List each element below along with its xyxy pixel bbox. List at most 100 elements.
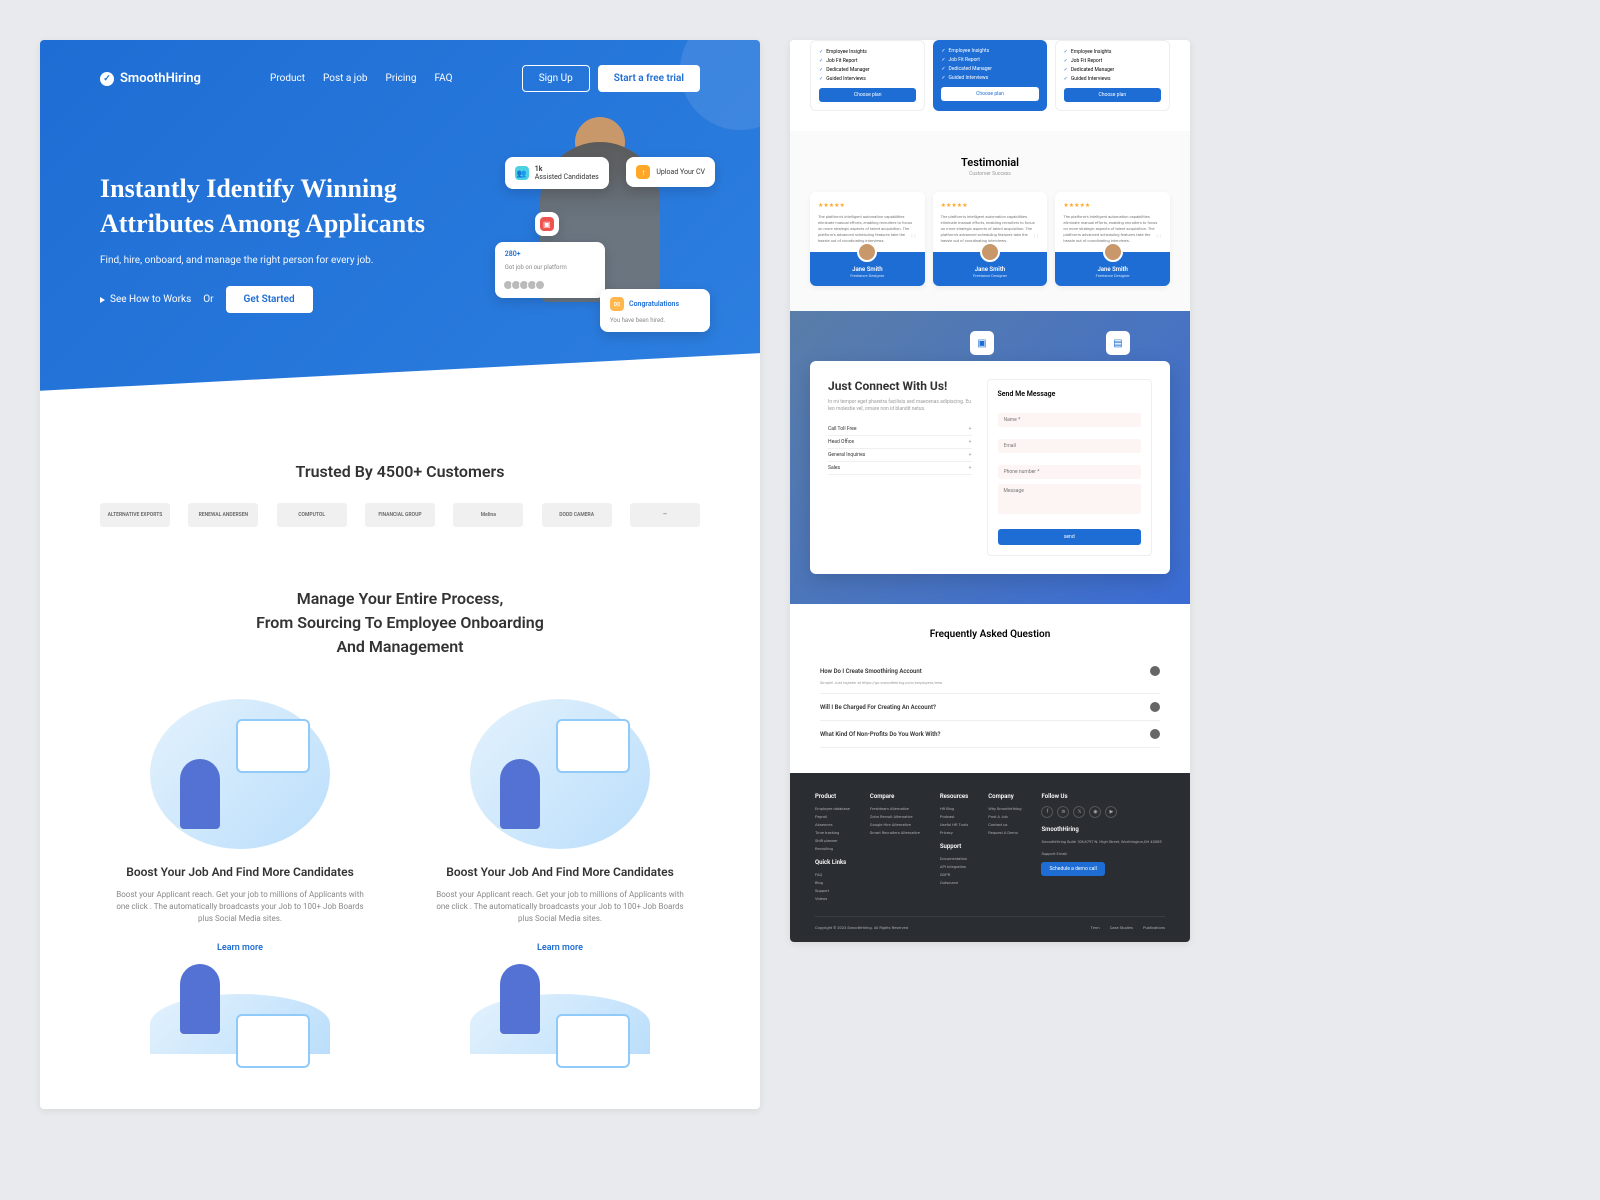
nav-pricing[interactable]: Pricing	[386, 73, 417, 84]
free-trial-button[interactable]: Start a free trial	[598, 65, 700, 92]
footer-link[interactable]: Post A Job	[988, 814, 1021, 819]
chat-icon: ▣	[970, 331, 994, 355]
footer-link[interactable]: Employee database	[815, 806, 850, 811]
star-rating-icon: ★★★★★	[818, 202, 917, 209]
upload-icon: ↑	[636, 165, 650, 179]
footer-heading: Compare	[870, 793, 920, 800]
phone-field[interactable]	[998, 465, 1142, 479]
feature-card-desc: Boost your Applicant reach. Get your job…	[420, 889, 700, 925]
feature-card-desc: Boost your Applicant reach. Get your job…	[100, 889, 380, 925]
footer-link[interactable]: GDPR	[940, 872, 968, 877]
footer-link[interactable]: Absences	[815, 822, 850, 827]
footer-link[interactable]: HR Blog	[940, 806, 968, 811]
footer-link[interactable]: Publications	[1143, 925, 1165, 930]
faq-question[interactable]: What Kind Of Non-Profits Do You Work Wit…	[820, 729, 1160, 739]
instagram-icon[interactable]: ◉	[1089, 806, 1101, 818]
footer-link[interactable]: Shift planner	[815, 838, 850, 843]
nav-product[interactable]: Product	[270, 73, 305, 84]
footer-link[interactable]: Smart Recruiters Alternative	[870, 830, 920, 835]
footer-heading: Follow Us	[1041, 793, 1165, 800]
feature-card: Boost Your Job And Find More Candidates …	[420, 699, 700, 954]
contact-accordion-item[interactable]: Head Office	[828, 436, 972, 449]
pricing-feature: Employee Insights	[819, 49, 916, 55]
copyright: Copyright © 2023 SmoothHiring. All Right…	[815, 925, 908, 930]
users-icon: 👥	[515, 166, 529, 180]
testimonial-card: ★★★★★The platform's intelligent automati…	[810, 192, 925, 286]
footer-link[interactable]: Documentation	[940, 856, 968, 861]
nav-post-job[interactable]: Post a job	[323, 73, 368, 84]
facebook-icon[interactable]: f	[1041, 806, 1053, 818]
feature-illustration	[150, 994, 330, 1054]
choose-plan-button[interactable]: Choose plan	[1064, 88, 1161, 102]
learn-more-link[interactable]: Learn more	[537, 943, 583, 953]
faq-question[interactable]: How Do I Create Smoothiring Account	[820, 666, 1160, 676]
features-title: Manage Your Entire Process, From Sourcin…	[100, 587, 700, 659]
twitter-icon[interactable]: 𝕏	[1073, 806, 1085, 818]
footer-link[interactable]: Why SmoothHiring	[988, 806, 1021, 811]
hero-subtitle: Find, hire, onboard, and manage the righ…	[100, 255, 515, 266]
partner-logo: ALTERNATIVE EXPORTS	[100, 503, 170, 527]
youtube-icon[interactable]: ▶	[1105, 806, 1117, 818]
contact-accordion-item[interactable]: Sales	[828, 462, 972, 475]
footer-link[interactable]: Outsource	[940, 880, 968, 885]
footer-link[interactable]: Blog	[815, 880, 850, 885]
footer-link[interactable]: Support	[815, 888, 850, 893]
partner-logo: RENEWAL ANDERSEN	[188, 503, 258, 527]
get-started-button[interactable]: Get Started	[226, 286, 313, 313]
feature-card-title: Boost Your Job And Find More Candidates	[100, 864, 380, 881]
footer-link[interactable]: Videos	[815, 896, 850, 901]
partner-logo: Melina	[453, 503, 523, 527]
logo[interactable]: ✓ SmoothHiring	[100, 71, 201, 86]
footer-link[interactable]: Term	[1091, 925, 1100, 930]
pricing-feature: Employee Insights	[941, 48, 1038, 54]
footer-link[interactable]: Freshteam Alternative	[870, 806, 920, 811]
footer-link[interactable]: Useful HR Tools	[940, 822, 968, 827]
avatar	[857, 242, 877, 262]
footer-link[interactable]: Privacy	[940, 830, 968, 835]
footer-link[interactable]: Request A Demo	[988, 830, 1021, 835]
faq-answer: Simple! Just register at https://go.smoo…	[820, 680, 1160, 685]
footer-link[interactable]: API Integration	[940, 864, 968, 869]
pricing-feature: Employee Insights	[1064, 49, 1161, 55]
check-icon: ✓	[100, 72, 114, 86]
pricing-card-featured: Employee Insights Job Fit Report Dedicat…	[933, 40, 1046, 111]
learn-more-link[interactable]: Learn more	[217, 943, 263, 953]
contact-accordion-item[interactable]: Call Toll Free	[828, 423, 972, 436]
choose-plan-button[interactable]: Choose plan	[819, 88, 916, 102]
footer-heading: Support	[940, 843, 968, 850]
email-field[interactable]	[998, 439, 1142, 453]
signup-button[interactable]: Sign Up	[522, 65, 590, 92]
footer-link[interactable]: Podcast	[940, 814, 968, 819]
feature-illustration	[470, 699, 650, 849]
footer-link[interactable]: Recruiting	[815, 846, 850, 851]
footer-link[interactable]: FAQ	[815, 872, 850, 877]
footer-link[interactable]: Payroll	[815, 814, 850, 819]
send-button[interactable]: send	[998, 529, 1142, 545]
footer-link[interactable]: Zoho Recruit Alternative	[870, 814, 920, 819]
footer-link[interactable]: Case Studies	[1110, 925, 1133, 930]
message-field[interactable]	[998, 484, 1142, 514]
faq-question[interactable]: Will I Be Charged For Creating An Accoun…	[820, 702, 1160, 712]
feature-illustration	[470, 994, 650, 1054]
pricing-feature: Job Fit Report	[819, 58, 916, 64]
star-rating-icon: ★★★★★	[941, 202, 1040, 209]
how-it-works-link[interactable]: See How to Works	[100, 294, 191, 305]
footer-heading: Quick Links	[815, 859, 850, 866]
schedule-demo-button[interactable]: Schedule a demo call	[1041, 862, 1104, 876]
footer-link[interactable]: Time tracking	[815, 830, 850, 835]
feature-illustration	[150, 699, 330, 849]
choose-plan-button[interactable]: Choose plan	[941, 87, 1038, 101]
footer-heading: Product	[815, 793, 850, 800]
hero-title: Instantly Identify Winning Attributes Am…	[100, 171, 515, 241]
footer-link[interactable]: Contact us	[988, 822, 1021, 827]
testimonial-card: ★★★★★The platform's intelligent automati…	[1055, 192, 1170, 286]
feature-card: Boost Your Job And Find More Candidates …	[100, 699, 380, 954]
linkedin-icon[interactable]: in	[1057, 806, 1069, 818]
contact-form-title: Send Me Message	[998, 390, 1142, 398]
quote-icon: "	[1033, 232, 1040, 250]
testimonials-title: Testimonial	[810, 156, 1170, 169]
name-field[interactable]	[998, 413, 1142, 427]
footer-link[interactable]: Google Hire Alternative	[870, 822, 920, 827]
nav-faq[interactable]: FAQ	[434, 73, 452, 84]
contact-accordion-item[interactable]: General Inquiries	[828, 449, 972, 462]
